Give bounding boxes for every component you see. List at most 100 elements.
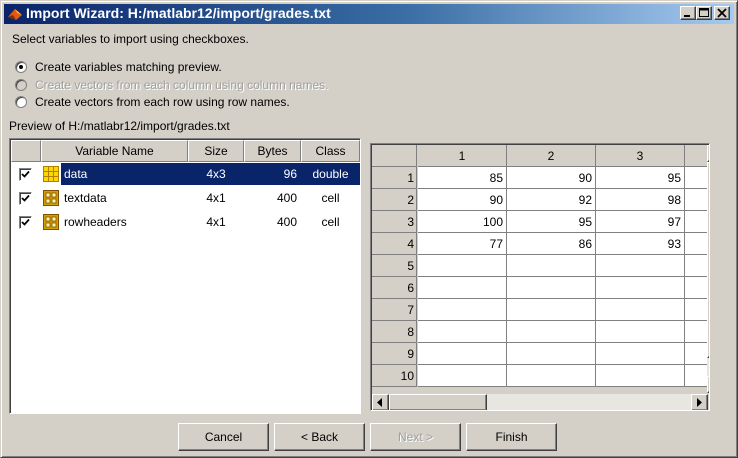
grid-cell[interactable]	[596, 365, 685, 387]
grid-cell[interactable]	[507, 343, 596, 365]
header-variable-name[interactable]: Variable Name	[41, 140, 188, 162]
grid-row-header[interactable]: 1	[372, 167, 417, 189]
grid-cell[interactable]: 86	[507, 233, 596, 255]
option-label: Create variables matching preview.	[35, 60, 222, 74]
variable-row-rowheaders[interactable]: rowheaders 4x1 400 cell	[11, 211, 360, 233]
grid-cell[interactable]	[596, 321, 685, 343]
grid-cell[interactable]	[418, 299, 507, 321]
variable-bytes: 400	[276, 215, 297, 229]
maximize-button[interactable]	[696, 6, 712, 20]
close-button[interactable]	[714, 6, 730, 20]
grid-cell[interactable]: 95	[507, 211, 596, 233]
minimize-button[interactable]	[680, 6, 696, 20]
radio-button[interactable]	[15, 96, 27, 108]
window-title: Import Wizard: H:/matlabr12/import/grade…	[26, 5, 331, 21]
import-wizard-window: Import Wizard: H:/matlabr12/import/grade…	[0, 0, 738, 458]
instructions-text: Select variables to import using checkbo…	[12, 32, 249, 46]
next-button: Next >	[370, 423, 461, 451]
arrow-left-icon	[377, 398, 382, 407]
radio-button[interactable]	[15, 61, 27, 73]
horizontal-scroll-thumb[interactable]	[389, 394, 487, 410]
scroll-down-button[interactable]	[707, 376, 709, 393]
variable-name: rowheaders	[64, 215, 127, 229]
grid-corner	[372, 145, 417, 167]
grid-cell[interactable]: 98	[596, 189, 685, 211]
scroll-right-button[interactable]	[691, 394, 708, 410]
grid-cell[interactable]: 93	[596, 233, 685, 255]
variable-row-textdata[interactable]: textdata 4x1 400 cell	[11, 187, 360, 209]
grid-cell[interactable]: 77	[418, 233, 507, 255]
header-checkbox-column[interactable]	[11, 140, 41, 162]
grid-column-header[interactable]: 2	[507, 145, 596, 167]
grid-cell[interactable]	[596, 343, 685, 365]
header-bytes[interactable]: Bytes	[244, 140, 301, 162]
preview-grid: 1 2 3 1 85 90 95 2 90 92 98 3 100 95 97 4 77 86 93 5 6 7 8 9 10	[370, 143, 710, 411]
grid-cell[interactable]: 85	[418, 167, 507, 189]
variable-checkbox[interactable]	[19, 168, 32, 181]
header-size[interactable]: Size	[188, 140, 244, 162]
grid-cell[interactable]	[596, 299, 685, 321]
grid-cell[interactable]	[507, 255, 596, 277]
variable-checkbox[interactable]	[19, 192, 32, 205]
grid-row-header[interactable]: 9	[372, 343, 417, 365]
checkmark-icon	[21, 194, 30, 202]
cell-array-icon	[43, 190, 59, 206]
variable-bytes: 400	[276, 191, 297, 205]
grid-row-header[interactable]: 4	[372, 233, 417, 255]
arrow-right-icon	[697, 398, 702, 407]
grid-row-header[interactable]: 3	[372, 211, 417, 233]
grid-cell[interactable]	[418, 321, 507, 343]
radio-selected-dot	[19, 65, 23, 69]
matlab-icon	[7, 6, 23, 22]
scroll-up-button[interactable]	[707, 145, 709, 162]
grid-row-header[interactable]: 6	[372, 277, 417, 299]
grid-cell[interactable]: 100	[418, 211, 507, 233]
matrix-icon	[43, 166, 59, 182]
vertical-scrollbar[interactable]	[707, 145, 709, 393]
back-button[interactable]: < Back	[274, 423, 365, 451]
cell-array-icon	[43, 214, 59, 230]
grid-cell[interactable]: 92	[507, 189, 596, 211]
grid-row-header[interactable]: 5	[372, 255, 417, 277]
option-label: Create vectors from each column using co…	[35, 78, 329, 92]
grid-cell[interactable]	[507, 365, 596, 387]
grid-cell[interactable]	[507, 299, 596, 321]
grid-cell[interactable]	[418, 277, 507, 299]
variable-row-data[interactable]: data 4x3 96 double	[11, 163, 360, 185]
horizontal-scrollbar[interactable]	[372, 394, 708, 410]
scroll-left-button[interactable]	[372, 394, 389, 410]
variable-name: data	[61, 163, 188, 185]
variable-class: cell	[321, 191, 340, 205]
grid-cell[interactable]	[596, 255, 685, 277]
grid-cell[interactable]	[418, 343, 507, 365]
finish-button[interactable]: Finish	[466, 423, 557, 451]
grid-cell[interactable]	[596, 277, 685, 299]
header-class[interactable]: Class	[301, 140, 360, 162]
grid-cell[interactable]	[507, 277, 596, 299]
grid-row-header[interactable]: 7	[372, 299, 417, 321]
variable-size: 4x1	[206, 215, 226, 229]
grid-row-header[interactable]: 10	[372, 365, 417, 387]
grid-cell[interactable]: 90	[507, 167, 596, 189]
vertical-scroll-thumb[interactable]	[707, 162, 709, 358]
grid-cell[interactable]	[418, 365, 507, 387]
grid-row-header[interactable]: 2	[372, 189, 417, 211]
radio-button	[15, 79, 27, 91]
variable-size: 4x3	[188, 163, 244, 185]
grid-column-header[interactable]: 1	[418, 145, 507, 167]
checkmark-icon	[21, 170, 30, 178]
grid-cell[interactable]: 90	[418, 189, 507, 211]
grid-cell[interactable]: 95	[596, 167, 685, 189]
variable-size: 4x1	[206, 191, 226, 205]
title-bar[interactable]: Import Wizard: H:/matlabr12/import/grade…	[4, 4, 734, 24]
cancel-button[interactable]: Cancel	[178, 423, 269, 451]
grid-row-header[interactable]: 8	[372, 321, 417, 343]
variable-checkbox[interactable]	[19, 216, 32, 229]
variable-class: double	[301, 163, 360, 185]
grid-column-header[interactable]: 3	[596, 145, 685, 167]
grid-cell[interactable]	[418, 255, 507, 277]
option-label: Create vectors from each row using row n…	[35, 95, 290, 109]
grid-cell[interactable]	[507, 321, 596, 343]
grid-cell[interactable]: 97	[596, 211, 685, 233]
checkmark-icon	[21, 218, 30, 226]
